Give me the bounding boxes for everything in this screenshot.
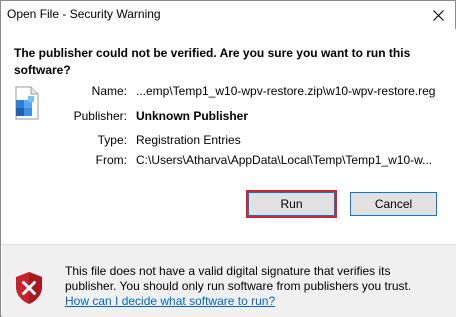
security-warning-dialog: Open File - Security Warning The publish…	[0, 0, 456, 317]
cancel-button[interactable]: Cancel	[350, 192, 437, 216]
shield-x-icon	[16, 272, 42, 304]
publisher-label: Publisher:	[73, 109, 127, 123]
publisher-value: Unknown Publisher	[136, 109, 249, 123]
question-text: The publisher could not be verified. Are…	[14, 46, 411, 77]
from-label: From:	[95, 153, 127, 167]
name-value: ...emp\Temp1_w10-wpv-restore.zip\w10-wpv…	[136, 84, 436, 98]
warning-footer: This file does not have a valid digital …	[2, 245, 456, 317]
window-title: Open File - Security Warning	[7, 7, 161, 21]
from-value: C:\Users\Atharva\AppData\Local\Temp\Temp…	[136, 153, 433, 167]
type-value: Registration Entries	[136, 133, 241, 147]
title-bar[interactable]: Open File - Security Warning	[1, 1, 455, 29]
name-label: Name:	[91, 84, 127, 98]
close-icon	[432, 9, 444, 21]
run-button[interactable]: Run	[248, 192, 335, 216]
publisher-row: Publisher: Unknown Publisher	[2, 109, 456, 125]
help-link[interactable]: How can I decide what software to run?	[65, 294, 275, 308]
type-label: Type:	[97, 133, 127, 147]
close-button[interactable]	[421, 1, 455, 29]
type-row: Type: Registration Entries	[2, 133, 456, 149]
name-row: Name: ...emp\Temp1_w10-wpv-restore.zip\w…	[2, 84, 456, 100]
from-row: From: C:\Users\Atharva\AppData\Local\Tem…	[2, 153, 456, 169]
warning-text: This file does not have a valid digital …	[65, 264, 412, 293]
dialog-content: The publisher could not be verified. Are…	[2, 29, 456, 244]
